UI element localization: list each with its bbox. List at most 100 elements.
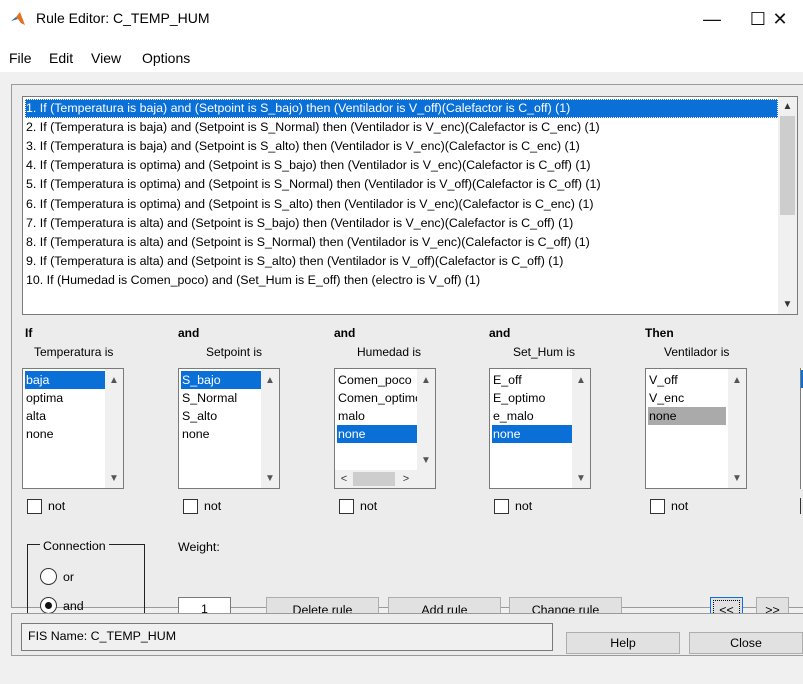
close-window-button[interactable]: ✕ [757,0,803,38]
list-option[interactable]: S_alto [181,407,261,425]
scroll-down-icon[interactable]: ▼ [261,469,279,487]
connection-title: Connection [40,539,109,553]
scroll-up-icon[interactable]: ▲ [778,97,797,116]
checkbox-box[interactable] [27,498,42,514]
rule-item[interactable]: 6. If (Temperatura is optima) and (Setpo… [25,195,778,214]
list-option[interactable]: baja [25,371,105,389]
rule-item[interactable]: 9. If (Temperatura is alta) and (Setpoin… [25,252,778,271]
checkbox-box[interactable] [339,498,354,514]
not-checkbox-temperatura[interactable]: not [27,498,65,514]
rule-item[interactable]: 8. If (Temperatura is alta) and (Setpoin… [25,233,778,252]
and-connector-label-2: and [334,326,356,340]
and-connector-label-1: and [178,326,200,340]
rule-item[interactable]: 7. If (Temperatura is alta) and (Setpoin… [25,214,778,233]
close-icon: ✕ [772,8,788,29]
input3-label: Humedad is [357,345,422,359]
list-option[interactable]: none [181,425,261,443]
scroll-down-icon[interactable]: ▼ [728,469,746,487]
title-bar: Rule Editor: C_TEMP_HUM — ☐ ✕ [0,0,803,38]
menu-view[interactable]: View [91,50,121,66]
minimize-button[interactable]: — [689,0,735,38]
minimize-icon: — [703,8,721,29]
scroll-right-icon[interactable]: > [397,470,415,488]
list-option[interactable]: Comen_optimo [337,389,417,407]
list-option[interactable]: none [492,425,572,443]
list-option[interactable]: none [337,425,417,443]
setpoint-listbox[interactable]: S_bajo S_Normal S_alto none ▲ ▼ [178,368,280,489]
list-option[interactable]: none [25,425,105,443]
scroll-up-icon[interactable]: ▲ [105,371,123,389]
list-option[interactable]: none [648,407,726,425]
rule-list[interactable]: 1. If (Temperatura is baja) and (Setpoin… [22,96,798,315]
list-option[interactable]: E_optimo [492,389,572,407]
checkbox-box[interactable] [494,498,509,514]
list-option[interactable]: optima [25,389,105,407]
list-option[interactable]: V_enc [648,389,728,407]
output1-label: Ventilador is [664,345,730,359]
weight-label: Weight: [178,540,220,554]
matlab-logo-icon [11,12,25,25]
list-option[interactable]: Comen_poco [337,371,417,389]
not-checkbox-ventilador[interactable]: not [650,498,688,514]
list-option[interactable]: malo [337,407,417,425]
radio-or[interactable] [40,568,57,585]
temperatura-listbox[interactable]: baja optima alta none ▲ ▼ [22,368,124,489]
not-checkbox-setpoint[interactable]: not [183,498,221,514]
rule-item[interactable]: 1. If (Temperatura is baja) and (Setpoin… [25,99,778,118]
if-connector-label: If [25,326,33,340]
radio-and[interactable] [40,597,57,614]
not-checkbox-humedad[interactable]: not [339,498,377,514]
listbox-scrollbar[interactable]: ▲ ▼ [417,369,435,488]
list-option[interactable]: E_off [492,371,572,389]
checkbox-box[interactable] [650,498,665,514]
list-option[interactable]: alta [25,407,105,425]
checkbox-box[interactable] [183,498,198,514]
scroll-left-icon[interactable]: < [335,470,353,488]
listbox-scrollbar[interactable]: ▲ ▼ [105,369,123,488]
scroll-up-icon[interactable]: ▲ [572,371,590,389]
fis-name-status: FIS Name: C_TEMP_HUM [21,623,553,651]
rule-item[interactable]: 10. If (Humedad is Comen_poco) and (Set_… [25,271,778,290]
list-option[interactable]: S_Normal [181,389,261,407]
rule-list-scrollbar[interactable]: ▲ ▼ [778,97,797,314]
input1-label: Temperatura is [34,345,114,359]
menu-bar: File Edit View Options [0,38,803,72]
scroll-down-icon[interactable]: ▼ [572,469,590,487]
list-option[interactable]: V_off [648,371,728,389]
scroll-down-icon[interactable]: ▼ [417,451,435,469]
connection-and-option[interactable]: and [40,597,84,614]
menu-file[interactable]: File [9,50,32,66]
rule-item[interactable]: 2. If (Temperatura is baja) and (Setpoin… [25,118,778,137]
scroll-down-icon[interactable]: ▼ [105,469,123,487]
listbox-scrollbar[interactable]: ▲ ▼ [572,369,590,488]
scroll-thumb[interactable] [353,472,395,486]
then-connector-label: Then [645,326,674,340]
list-option[interactable]: e_malo [492,407,572,425]
input2-label: Setpoint is [206,345,263,359]
ventilador-listbox[interactable]: V_off V_enc none ▲ ▼ [645,368,747,489]
scroll-thumb[interactable] [780,116,795,215]
scroll-up-icon[interactable]: ▲ [728,371,746,389]
window-title: Rule Editor: C_TEMP_HUM [36,10,210,26]
humedad-listbox[interactable]: Comen_poco Comen_optimo malo none ▲ ▼ < > [334,368,436,489]
menu-edit[interactable]: Edit [49,50,73,66]
input4-label: Set_Hum is [513,345,576,359]
rule-item[interactable]: 5. If (Temperatura is optima) and (Setpo… [25,175,778,194]
list-option[interactable]: S_bajo [181,371,261,389]
scroll-up-icon[interactable]: ▲ [417,371,435,389]
close-button[interactable]: Close [689,632,803,654]
not-checkbox-set-hum[interactable]: not [494,498,532,514]
connection-or-option[interactable]: or [40,568,74,585]
scroll-down-icon[interactable]: ▼ [778,295,797,314]
listbox-scrollbar[interactable]: ▲ ▼ [261,369,279,488]
help-button[interactable]: Help [566,632,680,654]
rule-editor-panel: 1. If (Temperatura is baja) and (Setpoin… [0,72,803,684]
listbox-hscrollbar[interactable]: < > [335,470,417,488]
rule-item[interactable]: 4. If (Temperatura is optima) and (Setpo… [25,156,778,175]
menu-options[interactable]: Options [142,50,190,66]
set-hum-listbox[interactable]: E_off E_optimo e_malo none ▲ ▼ [489,368,591,489]
rule-item[interactable]: 3. If (Temperatura is baja) and (Setpoin… [25,137,778,156]
scroll-up-icon[interactable]: ▲ [261,371,279,389]
and-connector-label-3: and [489,326,511,340]
listbox-scrollbar[interactable]: ▲ ▼ [728,369,746,488]
